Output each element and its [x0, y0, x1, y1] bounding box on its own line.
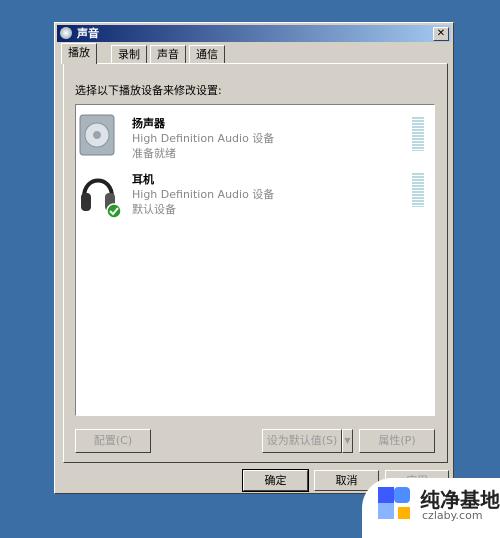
set-default-dropdown[interactable]: ▼ [342, 429, 353, 453]
close-button[interactable]: ✕ [433, 27, 449, 41]
chevron-down-icon: ▼ [344, 436, 351, 445]
title-bar: 声音 ✕ [57, 25, 451, 42]
playback-panel: 选择以下播放设备来修改设置: 扬声器 High Definition Audio… [63, 63, 448, 463]
speaker-icon [79, 114, 115, 156]
device-name: 扬声器 [132, 117, 165, 130]
device-description: High Definition Audio 设备 [132, 188, 275, 201]
sound-icon [60, 27, 72, 39]
configure-button[interactable]: 配置(C) [75, 429, 151, 453]
device-speaker[interactable]: 扬声器 High Definition Audio 设备 准备就绪 [76, 109, 432, 165]
set-default-button[interactable]: 设为默认值(S) [262, 429, 342, 453]
tab-sounds[interactable]: 声音 [150, 45, 186, 63]
tab-recording[interactable]: 录制 [111, 45, 147, 63]
instruction-label: 选择以下播放设备来修改设置: [75, 84, 222, 97]
device-description: High Definition Audio 设备 [132, 132, 275, 145]
watermark: 纯净基地 czlaby.com [362, 478, 500, 538]
device-name: 耳机 [132, 173, 154, 186]
headphones-icon [81, 178, 122, 219]
watermark-logo-icon [378, 487, 410, 519]
device-headphones[interactable]: 耳机 High Definition Audio 设备 默认设备 [76, 165, 432, 221]
default-check-icon [106, 203, 122, 219]
ok-button[interactable]: 确定 [242, 469, 309, 492]
device-list: 扬声器 High Definition Audio 设备 准备就绪 耳机 Hig… [75, 104, 435, 416]
properties-button[interactable]: 属性(P) [359, 429, 435, 453]
watermark-url: czlaby.com [422, 509, 483, 522]
device-status: 准备就绪 [132, 147, 176, 160]
device-status: 默认设备 [132, 203, 176, 216]
sound-dialog: 声音 ✕ 播放 录制 声音 通信 选择以下播放设备来修改设置: 扬声器 High… [54, 22, 454, 494]
tab-communications[interactable]: 通信 [189, 45, 225, 63]
volume-meter [412, 173, 424, 207]
window-title: 声音 [77, 27, 99, 40]
tab-playback[interactable]: 播放 [61, 43, 97, 64]
volume-meter [412, 117, 424, 151]
